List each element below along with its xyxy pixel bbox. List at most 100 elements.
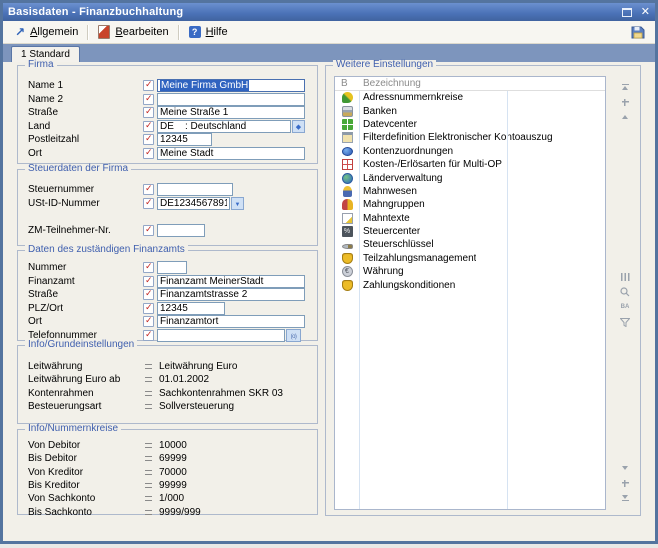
restore-window-button[interactable] (621, 6, 634, 18)
strasse-input[interactable] (157, 106, 305, 119)
columns-icon[interactable] (619, 272, 632, 282)
info-label: Leitwährung Euro ab (28, 374, 145, 385)
list-item-laenderverwaltung[interactable]: Länderverwaltung (335, 171, 605, 184)
list-header: B Bezeichnung (335, 77, 605, 91)
dial-button[interactable] (286, 329, 301, 342)
list-item-teilzahlungsmanagement[interactable]: Teilzahlungsmanagement (335, 252, 605, 265)
zm-teilnehmer-input[interactable] (157, 224, 205, 237)
lookup-diamond-icon (296, 121, 301, 132)
name1-input[interactable]: Meine Firma GmbH (157, 79, 305, 92)
field-check-icon[interactable] (143, 198, 154, 209)
field-check-icon[interactable] (143, 94, 154, 105)
menu-item-allgemein[interactable]: Allgemein (10, 24, 83, 41)
land-input[interactable]: DE : Deutschland (157, 120, 291, 133)
list-item-label: Mahntexte (359, 213, 410, 224)
equals-icon (145, 364, 152, 369)
list-item-steuercenter[interactable]: Steuercenter (335, 225, 605, 238)
column-separator (359, 77, 360, 509)
finanzamt-name-input[interactable] (157, 275, 305, 288)
steuernummer-input[interactable] (157, 183, 233, 196)
ustid-input[interactable] (157, 197, 230, 210)
move-up-icon[interactable] (619, 97, 632, 107)
save-button[interactable] (630, 25, 645, 39)
info-value: 1/000 (159, 493, 184, 504)
ustid-dropdown-button[interactable] (231, 197, 244, 210)
finanzamt-strasse-input[interactable] (157, 288, 305, 301)
field-check-icon[interactable] (143, 316, 154, 327)
equals-icon (145, 391, 152, 396)
menu-item-bearbeiten[interactable]: Bearbeiten (93, 23, 173, 41)
list-item-banken[interactable]: Banken (335, 104, 605, 117)
info-value: 10000 (159, 440, 187, 451)
list-item-filterdefinition[interactable]: Filterdefinition Elektronischer Kontoaus… (335, 131, 605, 144)
field-check-icon[interactable] (143, 134, 154, 145)
finanzamt-plz-input[interactable] (157, 302, 225, 315)
info-row: Von Sachkonto 1/000 (28, 492, 317, 505)
list-item-label: Datevcenter (359, 119, 417, 130)
field-check-icon[interactable] (143, 107, 154, 118)
scroll-up-group (613, 82, 637, 122)
info-label: Von Sachkonto (28, 493, 145, 504)
search-icon[interactable] (619, 287, 632, 297)
filter-icon[interactable] (619, 317, 632, 327)
finanzamt-ort-input[interactable] (157, 315, 305, 328)
field-check-icon[interactable] (143, 225, 154, 236)
telefonnummer-input[interactable] (157, 329, 285, 342)
list-item-datevcenter[interactable]: Datevcenter (335, 118, 605, 131)
list-item-mahntexte[interactable]: Mahntexte (335, 212, 605, 225)
field-check-icon[interactable] (143, 330, 154, 341)
field-check-icon[interactable] (143, 184, 154, 195)
info-label: Bis Debitor (28, 453, 145, 464)
list-item-zahlungskonditionen[interactable]: Zahlungskonditionen (335, 278, 605, 291)
finanzamt-nummer-input[interactable] (157, 261, 187, 274)
info-value: 69999 (159, 453, 187, 464)
field-row: Name 2 (28, 93, 317, 107)
menu-item-hilfe[interactable]: Hilfe (184, 24, 233, 40)
field-check-icon[interactable] (143, 289, 154, 300)
list-item-mahngruppen[interactable]: Mahngruppen (335, 198, 605, 211)
save-floppy-icon (631, 25, 645, 39)
info-row: Bis Sachkonto 9999/999 (28, 505, 317, 518)
menu-bar: Allgemein Bearbeiten Hilfe (3, 21, 655, 44)
field-check-icon[interactable] (143, 303, 154, 314)
field-check-icon[interactable] (143, 276, 154, 287)
settings-list: B Bezeichnung Adressnummernkreise Banken… (334, 76, 606, 510)
info-label: Besteuerungsart (28, 401, 145, 412)
list-item-label: Kontenzuordnungen (359, 146, 453, 157)
euro-coin-icon (342, 266, 353, 277)
equals-icon (145, 456, 152, 461)
field-check-icon[interactable] (143, 262, 154, 273)
scroll-up-icon[interactable] (619, 112, 632, 122)
equals-icon (145, 483, 152, 488)
close-button[interactable] (641, 6, 650, 18)
sort-alpha-icon[interactable] (619, 302, 632, 312)
red-grid-icon (342, 159, 353, 170)
field-check-icon[interactable] (143, 80, 154, 91)
field-label: USt-ID-Nummer (28, 198, 143, 209)
ort-input[interactable] (157, 147, 305, 160)
groupbox-finanzamt: Daten des zuständigen Finanzamts Nummer … (17, 250, 318, 341)
list-item-adressnummernkreise[interactable]: Adressnummernkreise (335, 91, 605, 104)
field-row: Straße (28, 288, 317, 302)
help-icon (189, 26, 201, 38)
scroll-down-icon[interactable] (619, 463, 632, 473)
scroll-to-top-icon[interactable] (619, 82, 632, 92)
list-item-kontenzuordnungen[interactable]: Kontenzuordnungen (335, 145, 605, 158)
list-item-waehrung[interactable]: Währung (335, 265, 605, 278)
move-down-icon[interactable] (619, 478, 632, 488)
groupbox-firma: Firma Name 1 Meine Firma GmbH Name 2 Str… (17, 65, 318, 164)
list-item-kosten-erloesarten[interactable]: Kosten-/Erlösarten für Multi-OP (335, 158, 605, 171)
info-label: Bis Sachkonto (28, 507, 145, 518)
groupbox-weitere-einstellungen: Weitere Einstellungen B Bezeichnung Adre… (325, 65, 641, 516)
list-item-mahnwesen[interactable]: Mahnwesen (335, 185, 605, 198)
list-item-steuerschluessel[interactable]: Steuerschlüssel (335, 238, 605, 251)
menu-separator (87, 25, 89, 40)
postleitzahl-input[interactable] (157, 133, 212, 146)
field-row: Nummer (28, 261, 317, 275)
equals-icon (145, 470, 152, 475)
field-check-icon[interactable] (143, 148, 154, 159)
land-lookup-button[interactable] (292, 120, 305, 133)
field-check-icon[interactable] (143, 121, 154, 132)
scroll-to-bottom-icon[interactable] (619, 493, 632, 503)
name2-input[interactable] (157, 93, 305, 106)
